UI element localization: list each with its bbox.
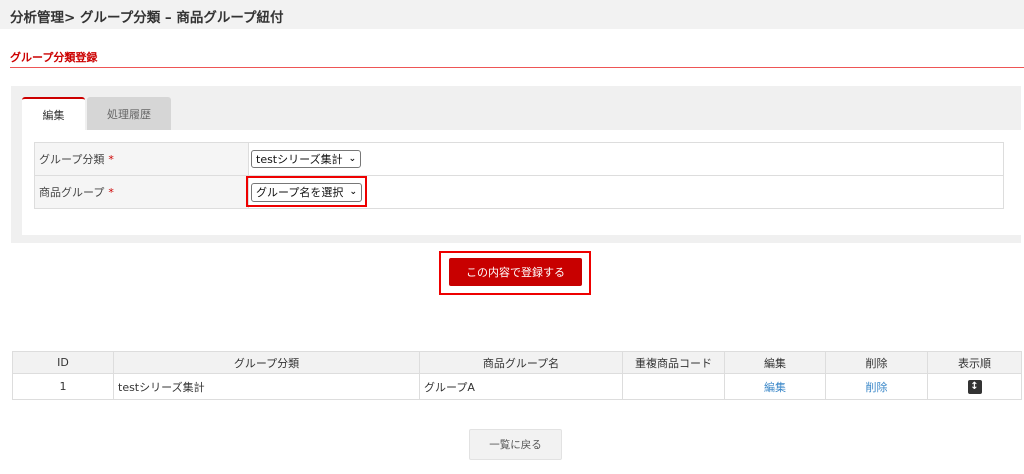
- group-class-label: グループ分類: [39, 153, 105, 166]
- highlight-box: [246, 176, 367, 207]
- form-row-product-group: 商品グループ * グループ名を選択 ⌄: [34, 175, 1004, 209]
- register-button[interactable]: この内容で登録する: [449, 258, 582, 286]
- registration-form: グループ分類 * testシリーズ集計 ⌄ 商品グループ * グループ名を選択 ⌄: [34, 142, 1004, 209]
- required-mark: *: [108, 153, 114, 166]
- page-title: 分析管理> グループ分類 – 商品グループ紐付: [10, 10, 284, 26]
- edit-link[interactable]: 編集: [764, 381, 786, 394]
- cell-id: 1: [12, 373, 114, 400]
- sort-handle-icon[interactable]: ↕: [967, 379, 982, 394]
- col-dup-code: 重複商品コード: [622, 351, 725, 374]
- tab-history[interactable]: 処理履歴: [87, 97, 171, 131]
- form-row-group-class: グループ分類 * testシリーズ集計 ⌄: [34, 142, 1004, 176]
- col-id: ID: [12, 351, 114, 374]
- col-product-group: 商品グループ名: [419, 351, 623, 374]
- col-group-class: グループ分類: [113, 351, 420, 374]
- group-class-value: testシリーズ集計: [256, 153, 343, 166]
- cell-dup-code: [622, 373, 725, 400]
- product-group-label: 商品グループ: [39, 186, 105, 199]
- delete-link[interactable]: 削除: [866, 381, 888, 394]
- table-row: 1 testシリーズ集計 グループA 編集 削除 ↕: [12, 373, 1022, 400]
- back-to-list-button[interactable]: 一覧に戻る: [469, 429, 562, 460]
- col-delete: 削除: [825, 351, 928, 374]
- section-divider: [10, 67, 1024, 68]
- group-class-select[interactable]: testシリーズ集計 ⌄: [251, 150, 362, 168]
- group-table: ID グループ分類 商品グループ名 重複商品コード 編集 削除 表示順 1 te…: [12, 351, 1022, 400]
- cell-group-class: testシリーズ集計: [113, 373, 420, 400]
- col-edit: 編集: [724, 351, 826, 374]
- page-header: 分析管理> グループ分類 – 商品グループ紐付: [0, 0, 1024, 29]
- cell-product-group: グループA: [419, 373, 623, 400]
- col-order: 表示順: [927, 351, 1022, 374]
- required-mark: *: [108, 186, 114, 199]
- section-title: グループ分類登録: [10, 51, 98, 64]
- table-header-row: ID グループ分類 商品グループ名 重複商品コード 編集 削除 表示順: [12, 351, 1022, 374]
- chevron-down-icon: ⌄: [348, 154, 357, 164]
- tab-edit[interactable]: 編集: [22, 97, 85, 131]
